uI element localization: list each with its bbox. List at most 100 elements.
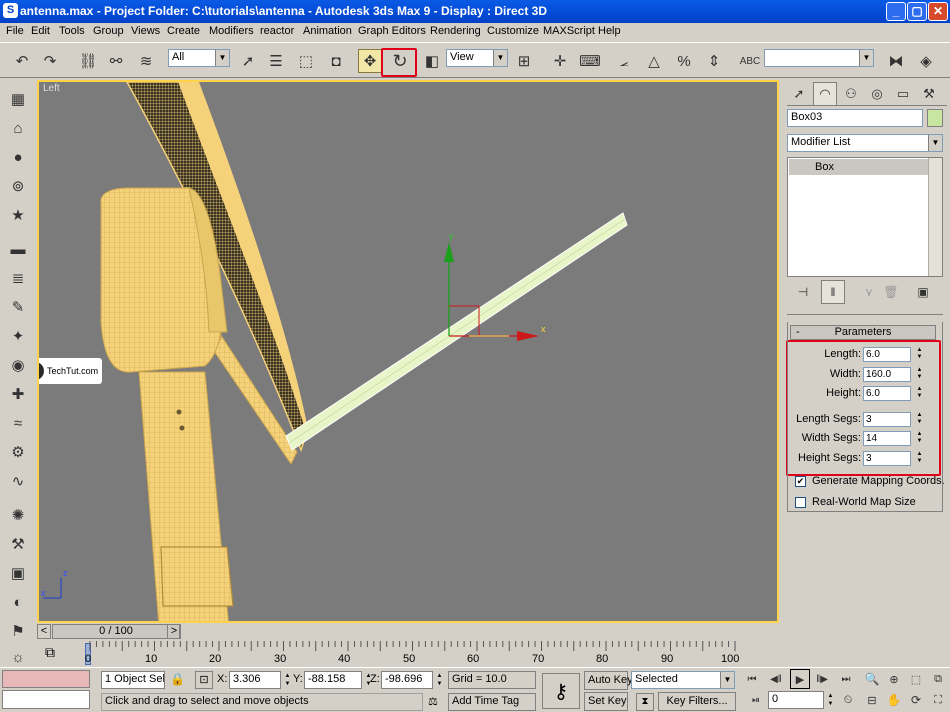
x-coord-spinner[interactable]: ▲ ▼ [283, 672, 292, 690]
menu-customize[interactable]: Customize [487, 25, 539, 37]
percent-snap-icon[interactable]: % [672, 49, 696, 73]
pin-stack-icon[interactable]: ⊣ [791, 280, 815, 304]
time-slider-thumb[interactable]: 0 / 100 [52, 624, 180, 639]
pivot-center-icon[interactable]: ⊞ [512, 49, 536, 73]
select-and-link-icon[interactable]: ⛓ [76, 49, 100, 73]
reference-coordinate-dropdown[interactable]: View ▼ [446, 49, 508, 67]
named-selection-dropdown[interactable]: ▼ [764, 49, 874, 67]
selection-lock-icon[interactable]: 🔒 [170, 672, 185, 686]
app-icon[interactable]: S [3, 3, 18, 18]
systems-icon[interactable]: ⚙ [7, 441, 29, 463]
select-and-scale-icon[interactable]: ◧ [420, 49, 444, 73]
utilities-tab-icon[interactable]: ⚒ [917, 82, 941, 106]
keyboard-shortcut-override-icon[interactable]: ⌨ [578, 49, 602, 73]
create-tab-icon[interactable]: ➚ [787, 82, 811, 106]
helper-icon[interactable]: ✚ [7, 383, 29, 405]
snaps-toggle-icon[interactable]: ⦟ [612, 49, 636, 73]
menu-group[interactable]: Group [93, 25, 124, 37]
time-configuration-icon[interactable]: ⏲ [838, 690, 858, 710]
set-key-button[interactable]: Set Key [584, 692, 628, 711]
object-color-swatch[interactable] [927, 109, 943, 127]
z-coord-field[interactable]: -98.696 [381, 671, 433, 689]
pencil-icon[interactable]: ✎ [7, 296, 29, 318]
cylinder-create-icon[interactable]: ⊚ [7, 175, 29, 197]
hierarchy-tab-icon[interactable]: ⚇ [839, 82, 863, 106]
camera-icon[interactable]: ◉ [7, 354, 29, 376]
maximize-button[interactable]: ▢ [907, 2, 927, 21]
display-icon[interactable]: ☼ [7, 646, 29, 668]
stack-scrollbar[interactable] [928, 158, 942, 276]
menu-rendering[interactable]: Rendering [430, 25, 481, 37]
go-to-end-icon[interactable]: ⏭ [836, 669, 856, 689]
selection-filter-dropdown[interactable]: All ▼ [168, 49, 230, 67]
menu-file[interactable]: File [6, 25, 24, 37]
utility-icon[interactable]: ⚑ [7, 620, 29, 642]
undo-icon[interactable]: ↶ [10, 49, 34, 73]
zoom-extents-icon[interactable]: ⬚ [906, 669, 926, 689]
tube-create-icon[interactable]: ≣ [7, 267, 29, 289]
key-filter-icon[interactable]: ⧗ [636, 693, 654, 711]
current-frame-field[interactable]: 0 [768, 691, 824, 709]
selected-box03[interactable] [285, 212, 628, 451]
bind-to-space-warp-icon[interactable]: ≋ [134, 49, 158, 73]
modify-tab-icon[interactable]: ◠ [813, 82, 837, 106]
align-icon[interactable]: ◈ [914, 49, 938, 73]
maxscript-listener-pink[interactable] [2, 670, 90, 688]
menu-reactor[interactable]: reactor [260, 25, 294, 37]
configure-modifier-sets-icon[interactable]: ▣ [911, 280, 935, 304]
track-bar[interactable]: ⧉ 0 10 20 30 40 50 60 70 80 90 100 [37, 641, 779, 667]
mini-curve-editor-icon[interactable]: ⧉ [45, 644, 55, 661]
zoom-extents-all-icon[interactable]: ⧉ [928, 669, 948, 689]
time-tag-icon[interactable]: ⚖ [428, 695, 438, 708]
region-zoom-icon[interactable]: ⊟ [862, 690, 882, 710]
rectangular-selection-icon[interactable]: ⬚ [294, 49, 318, 73]
select-by-name-icon[interactable]: ☰ [264, 49, 288, 73]
show-end-result-icon[interactable]: ‖ [821, 280, 845, 304]
box-create-icon[interactable]: ▦ [7, 88, 29, 110]
prev-frame-button[interactable]: < [37, 624, 51, 639]
menu-maxscript[interactable]: MAXScript [543, 25, 595, 37]
stack-item-box[interactable]: Box [789, 159, 928, 175]
real-world-map-checkbox[interactable] [795, 497, 806, 508]
next-frame-icon[interactable]: ‖▶ [812, 669, 832, 689]
maximize-viewport-icon[interactable]: ⛶ [928, 690, 948, 710]
menu-modifiers[interactable]: Modifiers [209, 25, 254, 37]
modifier-stack[interactable]: Box [787, 157, 943, 277]
angle-snap-icon[interactable]: △ [642, 49, 666, 73]
key-mode-dropdown[interactable]: Selected ▼ [631, 671, 735, 689]
spinner-snap-icon[interactable]: ⇕ [702, 49, 726, 73]
sphere-create-icon[interactable]: ● [7, 146, 29, 168]
patch-create-icon[interactable]: ▬ [7, 238, 29, 260]
next-frame-button[interactable]: > [167, 624, 181, 639]
auto-key-button[interactable]: Auto Key [584, 671, 633, 690]
select-object-icon[interactable]: ➚ [236, 49, 260, 73]
pan-icon[interactable]: ✋ [884, 690, 904, 710]
close-button[interactable]: ✕ [928, 2, 948, 21]
select-and-manipulate-icon[interactable]: ✛ [548, 49, 572, 73]
mirror-icon[interactable]: ⧓ [884, 49, 908, 73]
material-icon[interactable]: ◐ [7, 591, 29, 613]
maxscript-listener-white[interactable] [2, 690, 90, 709]
remove-modifier-icon[interactable]: 🗑 [879, 280, 903, 304]
light-icon[interactable]: ✦ [7, 325, 29, 347]
arc-rotate-icon[interactable]: ⟳ [906, 690, 926, 710]
set-key-key-icon[interactable]: ⚷ [542, 673, 580, 709]
key-filters-button[interactable]: Key Filters... [658, 692, 736, 711]
x-coord-field[interactable]: 3.306 [229, 671, 281, 689]
star-create-icon[interactable]: ★ [7, 204, 29, 226]
cone-create-icon[interactable]: ⌂ [7, 117, 29, 139]
menu-tools[interactable]: Tools [59, 25, 85, 37]
parameters-rollout-header[interactable]: - Parameters [790, 325, 936, 340]
y-coord-field[interactable]: -88.158 [304, 671, 362, 689]
modifier-list-dropdown[interactable]: Modifier List ▼ [787, 134, 943, 152]
menu-edit[interactable]: Edit [31, 25, 50, 37]
generate-mapping-checkbox[interactable]: ✔ [795, 476, 806, 487]
select-and-move-icon[interactable]: ✥ [358, 49, 382, 73]
absolute-mode-icon[interactable]: ⊡ [195, 671, 213, 689]
menu-help[interactable]: Help [598, 25, 621, 37]
space-warp-icon[interactable]: ≈ [7, 412, 29, 434]
rollout-collapse-toggle[interactable]: - [796, 326, 800, 339]
bone-icon[interactable]: ⚒ [7, 533, 29, 555]
key-mode-toggle-icon[interactable]: ⏯ [746, 690, 766, 710]
previous-frame-icon[interactable]: ◀‖ [766, 669, 786, 689]
